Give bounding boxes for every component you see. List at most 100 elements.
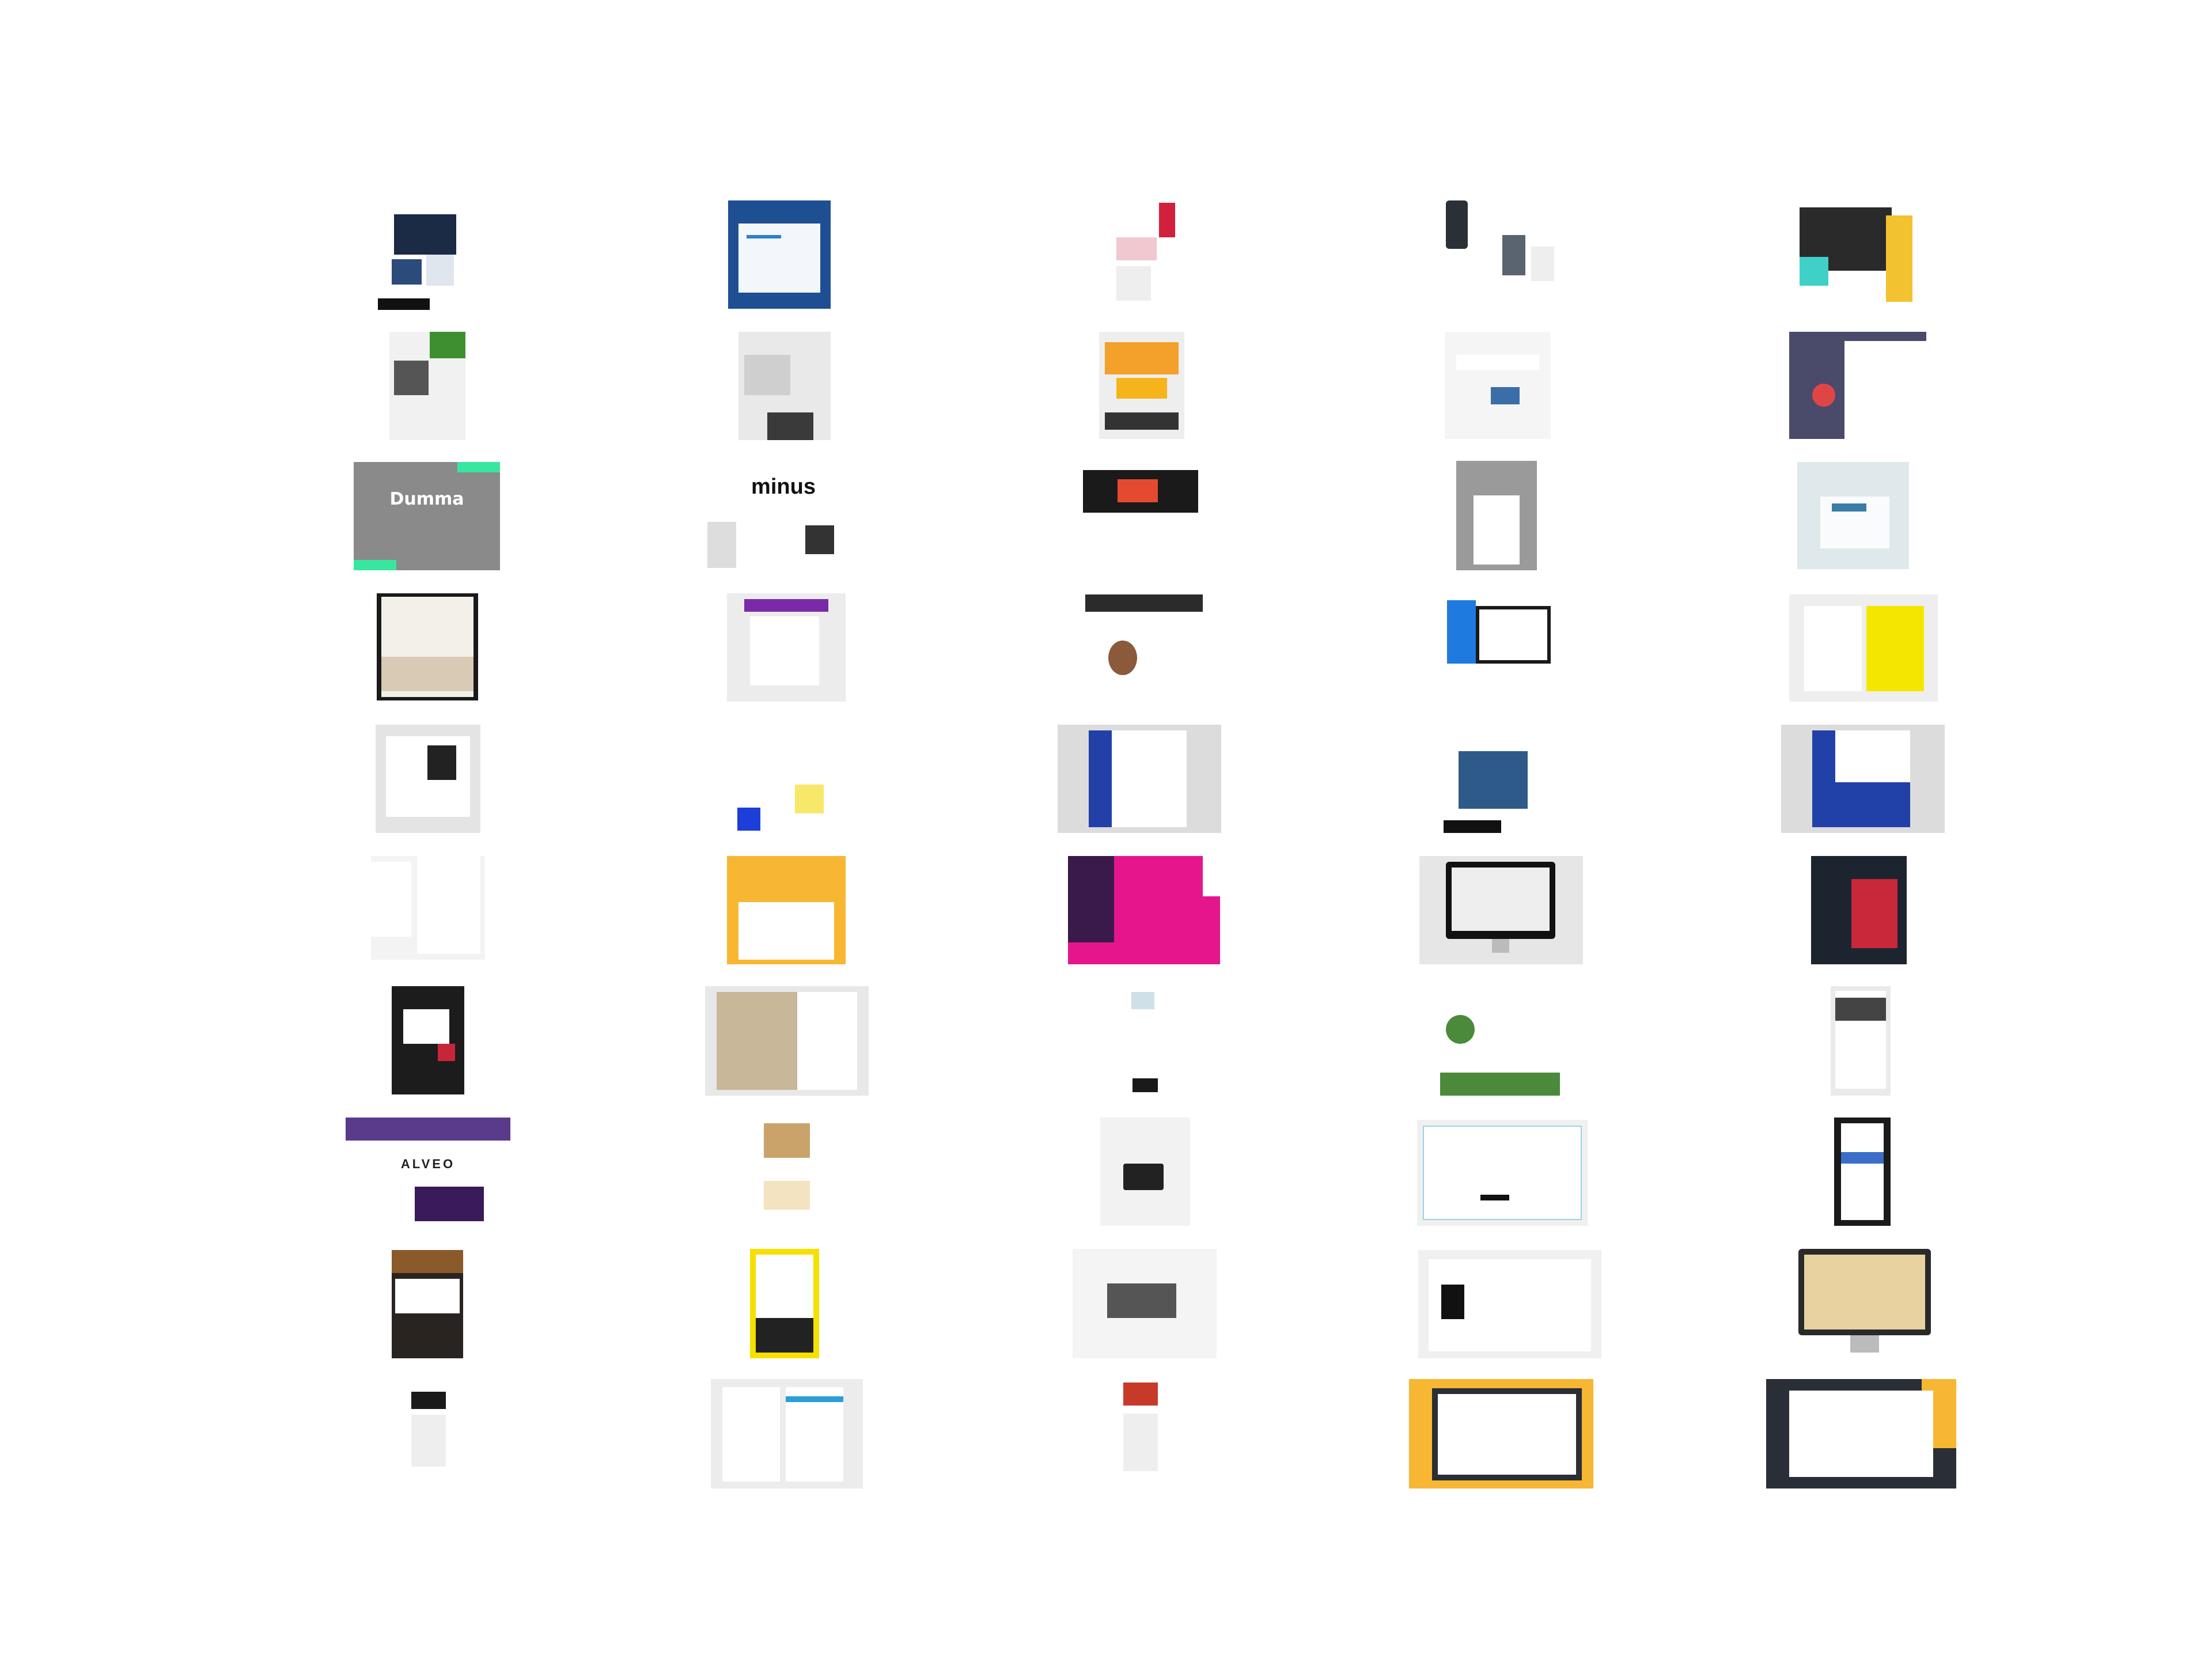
thumbnail-shape xyxy=(1116,378,1167,399)
thumbnail-shape xyxy=(1789,1391,1933,1477)
thumb-r10c1[interactable] xyxy=(406,1380,454,1482)
thumb-r4c1[interactable] xyxy=(377,593,478,700)
thumb-r3c1[interactable]: Dumma xyxy=(354,462,500,570)
thumbnail-shape xyxy=(747,235,781,238)
thumbnail-shape xyxy=(371,862,411,937)
thumbnail-shape xyxy=(1456,355,1539,370)
thumb-r8c4[interactable] xyxy=(1417,1120,1588,1226)
thumb-r6c5[interactable] xyxy=(1811,856,1907,964)
thumb-r6c4[interactable] xyxy=(1419,856,1583,964)
thumb-r10c3[interactable] xyxy=(1118,1379,1166,1482)
thumb-r8c1[interactable]: ALVEO xyxy=(346,1118,510,1226)
thumbnail-shape xyxy=(744,355,790,395)
thumbnail-shape xyxy=(378,298,430,310)
thumbnail-shape xyxy=(1112,730,1187,827)
thumb-r10c2[interactable] xyxy=(711,1379,863,1488)
thumb-r4c2[interactable] xyxy=(727,593,846,702)
thumbnail-shape xyxy=(1452,868,1550,931)
thumbnail-shape xyxy=(354,560,396,570)
thumb-r7c2[interactable] xyxy=(705,986,869,1096)
thumbnail-shape xyxy=(411,1415,446,1467)
thumbnail-shape xyxy=(1841,1152,1884,1164)
thumbnail-shape xyxy=(764,1123,810,1158)
thumbnail-shape xyxy=(1123,1414,1158,1471)
thumbnail-shape xyxy=(1804,1255,1925,1330)
thumbnail-shape xyxy=(403,1009,449,1044)
thumbnail-shape xyxy=(1812,384,1835,407)
thumb-r1c2[interactable] xyxy=(728,200,831,309)
thumb-r1c4[interactable] xyxy=(1439,200,1560,304)
thumbnail-shape xyxy=(1446,1015,1475,1044)
thumb-r10c5[interactable] xyxy=(1766,1379,1956,1488)
thumbnail-shape xyxy=(1108,641,1137,675)
thumbnail-shape xyxy=(764,1181,810,1210)
thumbnail-shape xyxy=(797,992,857,1090)
thumbnail-shape xyxy=(707,522,736,568)
thumbnail-shape xyxy=(1459,751,1528,809)
thumbnail-shape xyxy=(346,1118,510,1141)
thumb-r7c4[interactable] xyxy=(1440,986,1560,1096)
thumb-r8c5[interactable] xyxy=(1834,1118,1891,1226)
thumb-r1c1[interactable] xyxy=(378,214,459,310)
thumbnail-shape xyxy=(1447,600,1476,664)
thumb-r9c5[interactable] xyxy=(1798,1249,1931,1358)
thumb-r3c3[interactable] xyxy=(1077,470,1204,567)
thumb-r4c3[interactable] xyxy=(1085,594,1203,702)
thumb-r9c3[interactable] xyxy=(1073,1249,1217,1358)
thumb-r2c2[interactable] xyxy=(738,332,831,440)
thumbnail-shape xyxy=(795,785,824,813)
thumbnail-shape xyxy=(1851,879,1897,948)
thumbnail-shape xyxy=(438,1044,455,1061)
thumbnail-shape xyxy=(1116,266,1151,301)
thumbnail-shape xyxy=(1800,257,1828,286)
thumb-r9c2[interactable] xyxy=(750,1249,819,1358)
thumb-r3c5[interactable] xyxy=(1797,462,1909,569)
thumb-r2c1[interactable] xyxy=(389,332,465,440)
thumb-r8c3[interactable] xyxy=(1100,1118,1190,1226)
thumb-r3c2[interactable]: minus xyxy=(702,462,865,569)
thumb-r1c3[interactable] xyxy=(1111,203,1175,306)
thumbnail-shape xyxy=(1438,1394,1576,1475)
thumb-r5c1[interactable] xyxy=(376,725,480,833)
thumb-r9c4[interactable] xyxy=(1418,1250,1601,1358)
thumbnail-shape xyxy=(1089,730,1112,827)
thumb-r7c3[interactable] xyxy=(1126,986,1164,1094)
thumb-r1c5[interactable] xyxy=(1800,207,1912,309)
thumbnail-shape xyxy=(1203,856,1220,896)
thumb-r3c4[interactable] xyxy=(1456,461,1537,570)
thumb-r9c1[interactable] xyxy=(392,1250,463,1358)
thumb-r7c5[interactable] xyxy=(1831,986,1891,1096)
thumbnail-shape xyxy=(395,1279,460,1313)
thumbnail-shape xyxy=(426,255,454,286)
thumb-r6c3[interactable] xyxy=(1068,856,1220,964)
thumb-r4c4[interactable] xyxy=(1447,594,1558,702)
thumb-r5c5[interactable] xyxy=(1781,725,1945,833)
thumb-r4c5[interactable] xyxy=(1789,594,1938,702)
thumbnail-shape xyxy=(1441,1285,1464,1319)
thumb-r2c4[interactable] xyxy=(1445,332,1551,439)
thumb-r6c2[interactable] xyxy=(727,856,846,964)
thumbnail-shape xyxy=(744,599,828,612)
thumb-r8c2[interactable] xyxy=(760,1118,812,1226)
thumb-r10c4[interactable] xyxy=(1409,1379,1593,1488)
thumbnail-shape xyxy=(1531,247,1554,281)
thumbnail-shape xyxy=(756,1318,813,1353)
thumb-r2c3[interactable] xyxy=(1099,332,1184,439)
thumbnail-shape xyxy=(1844,341,1926,439)
thumbnail-shape xyxy=(1123,1382,1158,1406)
thumb-r5c2[interactable] xyxy=(737,727,839,833)
thumb-r5c3[interactable] xyxy=(1058,725,1221,833)
thumb-r2c5[interactable] xyxy=(1789,332,1926,439)
thumbnail-shape xyxy=(767,412,813,440)
thumbnail-shape xyxy=(411,1392,446,1409)
thumbnail-shape xyxy=(1850,1335,1879,1353)
thumb-r5c4[interactable] xyxy=(1444,728,1546,833)
thumbnail-shape xyxy=(1123,1164,1164,1190)
thumb-r7c1[interactable] xyxy=(392,986,464,1094)
thumbnail-shape xyxy=(1812,782,1910,827)
thumb-r6c1[interactable] xyxy=(371,856,485,960)
thumbnail-shape xyxy=(381,657,474,691)
thumbnail-shape xyxy=(1835,730,1910,788)
thumbnail-shape xyxy=(786,1396,843,1402)
thumbnail-shape xyxy=(750,616,819,685)
